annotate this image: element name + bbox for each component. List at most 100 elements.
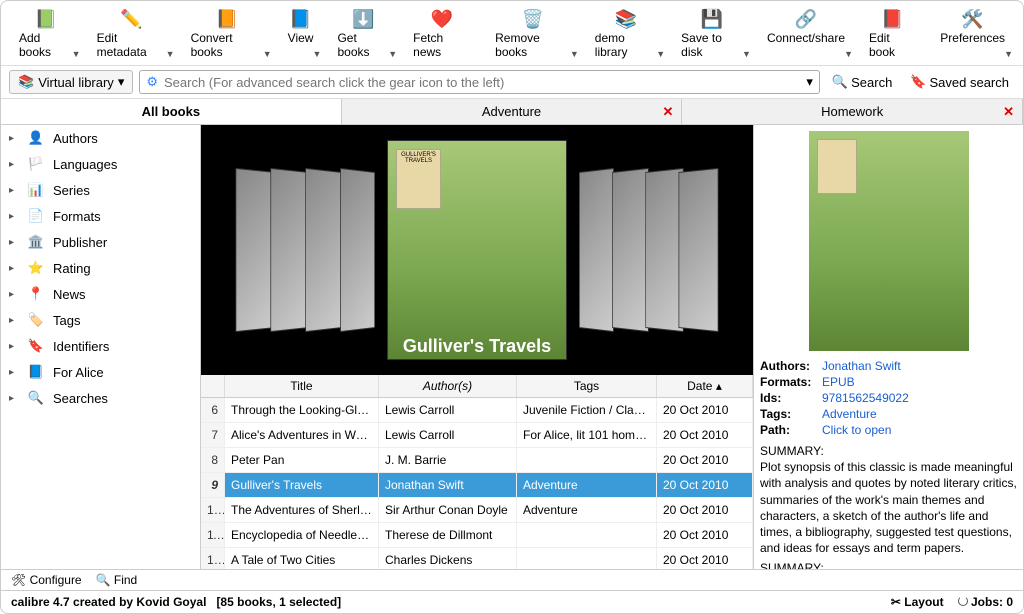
summary-text: Plot synopsis of this classic is made me… — [760, 459, 1017, 556]
detail-ids-link[interactable]: 9781562549022 — [822, 391, 909, 405]
search-button[interactable]: 🔍Search — [826, 71, 898, 93]
sidebar-icon: 📊 — [27, 182, 45, 198]
toolbar-fetch-news[interactable]: ❤️Fetch news — [403, 5, 481, 61]
cover-main[interactable]: GULLIVER'S TRAVELS — [387, 140, 567, 360]
cell-date: 20 Oct 2010 — [657, 423, 753, 447]
toolbar-label: Convert books — [191, 31, 264, 59]
cell-author: Therese de Dillmont — [379, 523, 517, 547]
sidebar-item-authors[interactable]: ▸👤Authors — [1, 125, 200, 151]
cover-thumb[interactable] — [340, 168, 375, 332]
toolbar-view[interactable]: 📘View▼ — [278, 5, 324, 61]
sidebar-item-formats[interactable]: ▸📄Formats — [1, 203, 200, 229]
sidebar-item-tags[interactable]: ▸ 🏷️ Tags — [1, 307, 200, 333]
cell-date: 20 Oct 2010 — [657, 448, 753, 472]
virtual-library-button[interactable]: 📚 Virtual library ▾ — [9, 70, 133, 94]
cover-thumb[interactable] — [270, 168, 308, 332]
tab-homework[interactable]: Homework✕ — [682, 99, 1023, 124]
detail-path-label: Path: — [760, 423, 822, 437]
expand-icon[interactable]: ▸ — [9, 341, 19, 352]
expand-icon[interactable]: ▸ — [9, 315, 19, 326]
configure-button[interactable]: 🛠 Configure — [11, 573, 82, 587]
dropdown-icon[interactable]: ▾ — [806, 74, 813, 90]
toolbar-connect-share[interactable]: 🔗Connect/share▼ — [757, 5, 855, 61]
cell-author: Lewis Carroll — [379, 398, 517, 422]
saved-search-button[interactable]: 🔖Saved search — [904, 71, 1015, 93]
table-row[interactable]: 11Encyclopedia of NeedleworkTherese de D… — [201, 523, 753, 548]
table-row[interactable]: 12A Tale of Two CitiesCharles Dickens20 … — [201, 548, 753, 569]
col-author[interactable]: Author(s) — [379, 375, 517, 397]
toolbar-edit-metadata[interactable]: ✏️Edit metadata▼ — [87, 5, 177, 61]
sidebar-item-publisher[interactable]: ▸🏛️Publisher — [1, 229, 200, 255]
expand-icon[interactable]: ▸ — [9, 263, 19, 274]
expand-icon[interactable]: ▸ — [9, 211, 19, 222]
toolbar-convert-books[interactable]: 📙Convert books▼ — [181, 5, 274, 61]
cover-thumb[interactable] — [612, 168, 649, 332]
sidebar-label: Languages — [53, 157, 117, 172]
sidebar-item-languages[interactable]: ▸ 🏳️ Languages — [1, 151, 200, 177]
dropdown-icon: ▼ — [166, 49, 175, 59]
table-row[interactable]: 6Through the Looking-GlassLewis CarrollJ… — [201, 398, 753, 423]
search-input[interactable] — [164, 75, 806, 90]
table-row[interactable]: 7Alice's Adventures in Wonderl...Lewis C… — [201, 423, 753, 448]
toolbar-get-books[interactable]: ⬇️Get books▼ — [327, 5, 399, 61]
row-number: 9 — [201, 473, 225, 497]
cover-thumb[interactable] — [679, 168, 719, 332]
toolbar-label: Preferences — [940, 31, 1005, 45]
table-row[interactable]: 8Peter PanJ. M. Barrie20 Oct 2010 — [201, 448, 753, 473]
bookmark-icon: 🔖 — [910, 74, 926, 90]
table-row[interactable]: 9Gulliver's TravelsJonathan SwiftAdventu… — [201, 473, 753, 498]
expand-icon[interactable]: ▸ — [9, 237, 19, 248]
sidebar-item-rating[interactable]: ▸⭐Rating — [1, 255, 200, 281]
cell-author: J. M. Barrie — [379, 448, 517, 472]
detail-formats-link[interactable]: EPUB — [822, 375, 855, 389]
sidebar-item-series[interactable]: ▸📊Series — [1, 177, 200, 203]
toolbar-demo-library[interactable]: 📚demo library▼ — [585, 5, 667, 61]
detail-ids-label: Ids: — [760, 391, 822, 405]
toolbar-remove-books[interactable]: 🗑️Remove books▼ — [485, 5, 581, 61]
sidebar-icon: 📄 — [27, 208, 45, 224]
close-icon[interactable]: ✕ — [662, 104, 673, 120]
sidebar-icon: 🏷️ — [27, 312, 45, 328]
sidebar-item-identifiers[interactable]: ▸🔖Identifiers — [1, 333, 200, 359]
sidebar-item-news[interactable]: ▸📍News — [1, 281, 200, 307]
toolbar-icon: 🔗 — [794, 7, 818, 31]
layout-button[interactable]: ✂ Layout — [891, 595, 944, 609]
toolbar-label: Save to disk — [681, 31, 743, 59]
tab-adventure[interactable]: Adventure✕ — [342, 99, 683, 124]
toolbar-add-books[interactable]: 📗Add books▼ — [9, 5, 83, 61]
sidebar-item-searches[interactable]: ▸🔍Searches — [1, 385, 200, 411]
book-cover[interactable] — [809, 131, 969, 351]
detail-authors-link[interactable]: Jonathan Swift — [822, 359, 901, 373]
dropdown-icon: ▼ — [263, 49, 272, 59]
cell-title: Encyclopedia of Needlework — [225, 523, 379, 547]
expand-icon[interactable]: ▸ — [9, 185, 19, 196]
jobs-button[interactable]: Jobs: 0 — [958, 595, 1013, 609]
cell-date: 20 Oct 2010 — [657, 473, 753, 497]
gear-icon[interactable]: ⚙ — [146, 74, 158, 90]
cover-thumb[interactable] — [305, 168, 342, 332]
detail-tags-link[interactable]: Adventure — [822, 407, 877, 421]
expand-icon[interactable]: ▸ — [9, 289, 19, 300]
expand-icon[interactable]: ▸ — [9, 367, 19, 378]
summary-heading: SUMMARY: — [760, 560, 1017, 569]
find-button[interactable]: 🔍 Find — [96, 573, 138, 587]
toolbar-preferences[interactable]: 🛠️Preferences▼ — [930, 5, 1015, 61]
expand-icon[interactable]: ▸ — [9, 393, 19, 404]
toolbar-edit-book[interactable]: 📕Edit book — [859, 5, 926, 61]
expand-icon[interactable]: ▸ — [9, 159, 19, 170]
col-date[interactable]: Date ▴ — [657, 375, 753, 397]
col-tags[interactable]: Tags — [517, 375, 657, 397]
sidebar-icon: 🏳️ — [27, 156, 45, 172]
expand-icon[interactable]: ▸ — [9, 133, 19, 144]
toolbar-save-to-disk[interactable]: 💾Save to disk▼ — [671, 5, 753, 61]
tab-all-books[interactable]: All books — [1, 99, 342, 124]
detail-path-link[interactable]: Click to open — [822, 423, 891, 437]
sidebar-item-for-alice[interactable]: ▸📘For Alice — [1, 359, 200, 385]
table-row[interactable]: 10The Adventures of Sherlock H...Sir Art… — [201, 498, 753, 523]
search-box[interactable]: ⚙ ▾ — [139, 70, 820, 94]
col-title[interactable]: Title — [225, 375, 379, 397]
coverflow[interactable]: GULLIVER'S TRAVELS Gulliver's Travels — [201, 125, 753, 375]
close-icon[interactable]: ✕ — [1003, 104, 1014, 120]
sidebar-label: Tags — [53, 313, 80, 328]
cover-thumb[interactable] — [579, 168, 614, 332]
